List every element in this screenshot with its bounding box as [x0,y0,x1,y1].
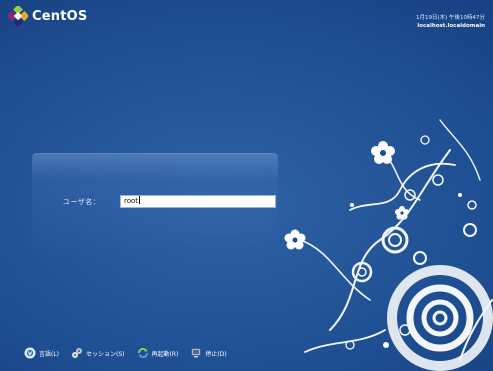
restart-label: 再起動(R) [151,350,179,358]
centos-logo: CentOS [8,6,87,26]
language-label: 言語(L) [39,350,60,358]
username-label: ユーザ名： [63,198,101,206]
clock-area: 1月19日(木) 午後10時47分 localhost.localdomain [416,14,485,30]
restart-icon [137,347,148,359]
shutdown-button[interactable]: 停止(D) [190,347,227,359]
clock-datetime: 1月19日(木) 午後10時47分 [415,15,485,21]
language-icon [24,347,36,359]
login-screen: CentOS 1月19日(木) 午後10時47分 localhost.local… [0,0,493,371]
session-icon [72,348,83,358]
language-button[interactable]: 言語(L) [24,347,59,359]
shutdown-label: 停止(D) [205,350,227,358]
bottom-action-bar: 言語(L) セッション(S) 再起動(R) 停止(D) [24,347,227,359]
username-value: root [124,197,139,205]
shutdown-icon [192,348,201,358]
logo-text: CentOS [32,8,88,24]
username-input[interactable]: root [120,195,276,208]
centos-logo-icon [8,6,28,26]
session-button[interactable]: セッション(S) [71,347,125,359]
restart-button[interactable]: 再起動(R) [137,347,179,359]
text-cursor [139,196,141,204]
session-label: セッション(S) [86,350,125,358]
hostname: localhost.localdomain [417,23,485,29]
